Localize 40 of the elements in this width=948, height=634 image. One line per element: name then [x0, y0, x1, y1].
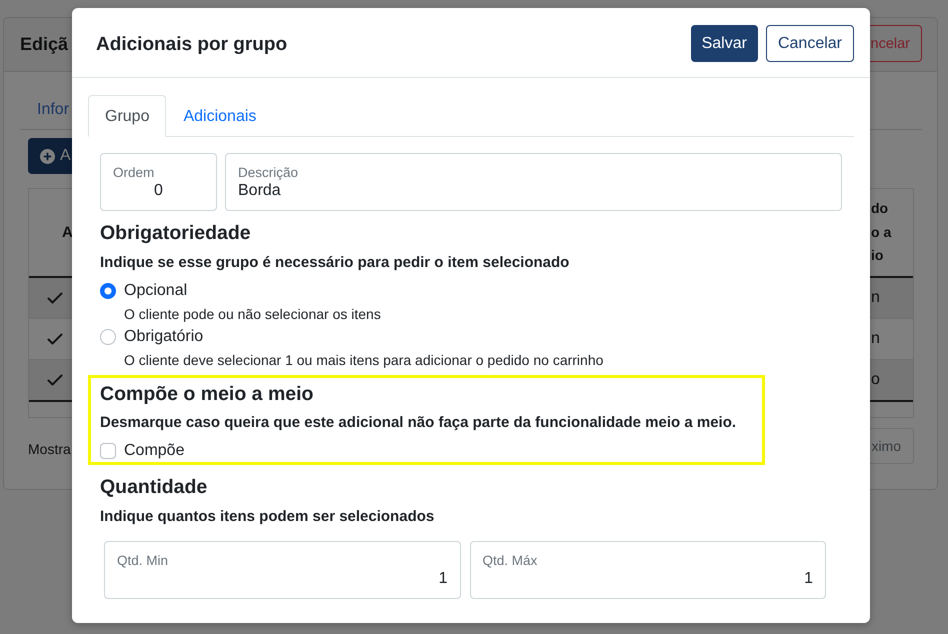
modal-title: Adicionais por grupo [96, 34, 288, 56]
pagination-info: Mostra [28, 441, 71, 457]
input-field[interactable]: Descrição Borda [225, 153, 842, 211]
save-button[interactable]: Salvar [690, 25, 758, 62]
field-value: 1 [438, 569, 448, 589]
checkbox[interactable] [100, 443, 116, 459]
field-value: 0 [154, 181, 163, 201]
table-cell-text: o [870, 371, 881, 389]
option-label[interactable]: Compõe [124, 440, 184, 462]
radio-button[interactable] [100, 329, 116, 345]
option-label[interactable]: Opcional [124, 279, 188, 303]
radio-button[interactable] [100, 283, 116, 299]
table-cell-text: n [870, 330, 881, 348]
section-heading: Obrigatoriedade [100, 221, 252, 245]
tab[interactable]: Grupo [88, 95, 166, 137]
tab[interactable]: Adicionais [166, 95, 274, 137]
section-description: Indique se esse grupo é necessário para pedir o item selecionado [100, 253, 570, 273]
field-label: Qtd. Máx [482, 553, 538, 569]
field-value: 1 [804, 569, 813, 589]
field-value: Borda [238, 181, 281, 201]
page-title: Ediçã [20, 34, 68, 55]
field-label: Descrição [238, 165, 298, 181]
column-header: do o a io [870, 199, 892, 266]
input-field[interactable]: Qtd. Máx 1 [470, 541, 826, 599]
add-button[interactable]: A [28, 138, 72, 174]
input-field[interactable]: Ordem 0 [100, 153, 217, 211]
field-label: Qtd. Min [117, 553, 168, 569]
cancel-button[interactable]: Cancelar [766, 25, 854, 62]
option-hint: O cliente pode ou não selecionar os itens [124, 305, 382, 323]
option-hint: O cliente deve selecionar 1 ou mais itens para adicionar o pedido no carrinho [124, 351, 604, 369]
table-cell-text: n [870, 289, 881, 307]
section-description: Desmarque caso queira que este adicional não faça parte da funcionalidade meio a meio. [100, 413, 738, 433]
section-heading: Compõe o meio a meio [100, 382, 314, 406]
option-label[interactable]: Obrigatório [124, 325, 204, 349]
input-field[interactable]: Qtd. Min 1 [104, 541, 460, 599]
plus-circle-icon [40, 148, 55, 164]
section-heading: Quantidade [100, 475, 208, 499]
field-label: Ordem [113, 165, 154, 181]
column-header: A [61, 224, 72, 241]
section-description: Indique quantos itens podem ser selecionados [100, 507, 436, 527]
